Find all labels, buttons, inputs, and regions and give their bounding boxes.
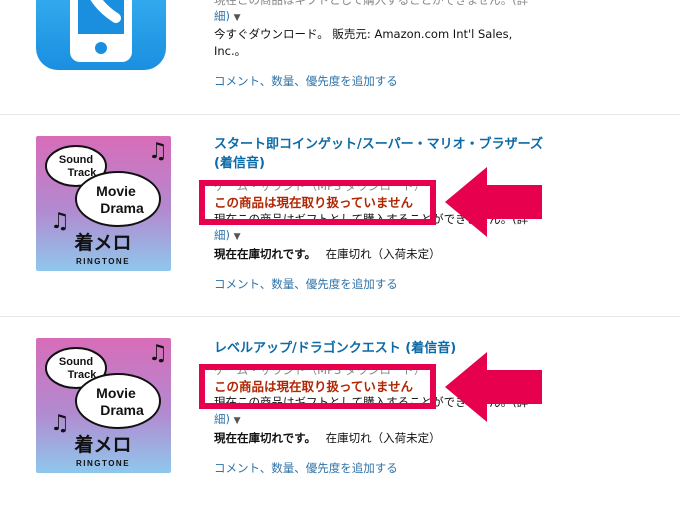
- download-info: 今すぐダウンロード。 販売元: Amazon.com Int'l Sales,: [214, 27, 513, 41]
- stock-status-note: 在庫切れ（入荷未定）: [325, 431, 441, 445]
- caret-down-icon: ▼: [233, 232, 241, 242]
- divider: [0, 114, 680, 115]
- detail-toggle[interactable]: 細) ▼: [214, 411, 241, 430]
- left-arrow-icon: [445, 352, 542, 422]
- ringtone-thumbnail[interactable]: Sound Track Movie Drama ♫ ♫ 着メロ RINGTONE: [36, 136, 171, 271]
- art-brand: 着メロ: [74, 231, 131, 254]
- divider: [0, 316, 680, 317]
- music-note-icon: ♫: [50, 411, 70, 436]
- detail-link[interactable]: 細): [214, 9, 230, 23]
- stock-status: 現在在庫切れです。 在庫切れ（入荷未定）: [214, 430, 441, 447]
- detail-toggle[interactable]: 細) ▼: [214, 8, 241, 27]
- caret-down-icon: ▼: [233, 416, 241, 426]
- art-text-movie: Movie: [96, 385, 136, 401]
- download-info-2: Inc.。: [214, 44, 247, 58]
- caret-down-icon: ▼: [233, 13, 241, 23]
- music-note-icon: ♫: [148, 341, 168, 366]
- phone-app-thumbnail[interactable]: [36, 0, 166, 70]
- ringtone-art: Sound Track Movie Drama ♫ ♫ 着メロ RINGTONE: [36, 136, 171, 271]
- art-text-drama: Drama: [100, 402, 144, 418]
- add-comment-quantity-priority-link[interactable]: コメント、数量、優先度を追加する: [214, 460, 398, 477]
- stock-status-bold: 現在在庫切れです。: [214, 431, 317, 445]
- ringtone-thumbnail[interactable]: Sound Track Movie Drama ♫ ♫ 着メロ RINGTONE: [36, 338, 171, 473]
- left-arrow-icon: [445, 167, 542, 237]
- ringtone-art: Sound Track Movie Drama ♫ ♫ 着メロ RINGTONE: [36, 338, 171, 473]
- detail-link[interactable]: 細): [214, 228, 230, 242]
- music-note-icon: ♫: [148, 139, 168, 164]
- stock-status-bold: 現在在庫切れです。: [214, 247, 317, 261]
- gift-notice: 現在この商品はギフトとして購入することができません。(詳: [214, 0, 529, 7]
- art-brand-sub: RINGTONE: [76, 459, 130, 468]
- stock-status-note: 在庫切れ（入荷未定）: [325, 247, 441, 261]
- music-note-icon: ♫: [50, 209, 70, 234]
- art-text-sound: Sound: [59, 154, 93, 166]
- phone-icon: [70, 0, 132, 62]
- art-text-drama: Drama: [100, 200, 144, 216]
- stock-status: 現在在庫切れです。 在庫切れ（入荷未定）: [214, 246, 441, 263]
- art-text-sound: Sound: [59, 356, 93, 368]
- highlight-box: [199, 364, 436, 409]
- art-text-movie: Movie: [96, 183, 136, 199]
- art-brand: 着メロ: [74, 433, 131, 456]
- detail-toggle[interactable]: 細) ▼: [214, 227, 241, 246]
- highlight-box: [199, 180, 436, 225]
- detail-link[interactable]: 細): [214, 412, 230, 426]
- add-comment-quantity-priority-link[interactable]: コメント、数量、優先度を追加する: [214, 73, 398, 90]
- add-comment-quantity-priority-link[interactable]: コメント、数量、優先度を追加する: [214, 276, 398, 293]
- art-brand-sub: RINGTONE: [76, 257, 130, 266]
